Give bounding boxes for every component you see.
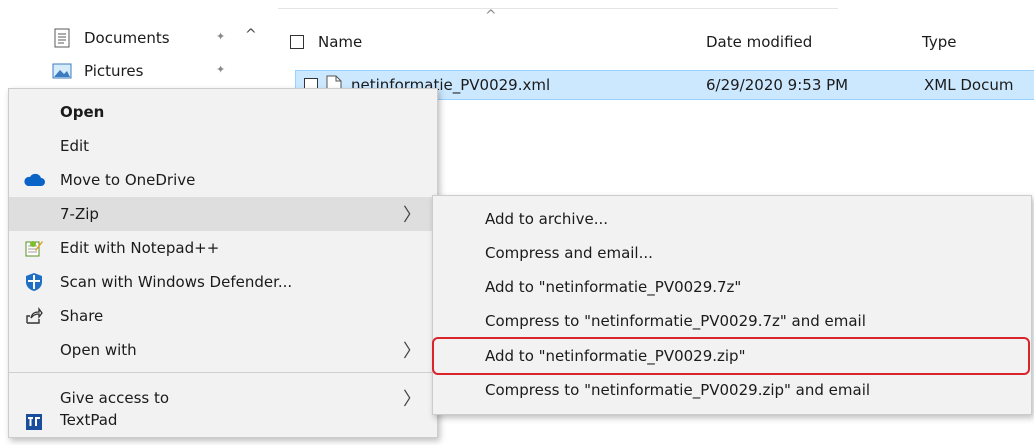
pin-icon: ✦ — [216, 63, 226, 76]
pictures-icon — [52, 63, 72, 79]
menu-item-label: TextPad — [60, 411, 118, 429]
annotation-highlight-box — [432, 337, 1030, 375]
submenu-arrow-icon: 〉 — [403, 205, 421, 226]
column-header-type[interactable]: Type — [922, 30, 956, 54]
menu-item-scan-with-defender[interactable]: Scan with Windows Defender... — [9, 265, 437, 299]
menu-item-move-to-onedrive[interactable]: Move to OneDrive — [9, 163, 437, 197]
submenu-arrow-icon: 〉 — [403, 341, 421, 362]
submenu-item-add-to-7z[interactable]: Add to "netinformatie_PV0029.7z" — [433, 270, 1031, 304]
scroll-up-button[interactable]: ^ — [245, 27, 257, 43]
menu-item-label: Scan with Windows Defender... — [60, 273, 293, 291]
documents-icon — [54, 28, 70, 48]
menu-item-give-access-to[interactable]: Give access to 〉 — [9, 381, 437, 415]
submenu-item-label: Add to archive... — [485, 210, 608, 228]
menu-item-open[interactable]: Open — [9, 95, 437, 129]
submenu-item-label: Compress to "netinformatie_PV0029.zip" a… — [485, 381, 871, 399]
file-date-modified: 6/29/2020 9:53 PM — [706, 76, 849, 94]
header-divider — [278, 8, 838, 9]
column-header-name[interactable]: Name — [318, 30, 362, 54]
share-icon — [23, 305, 45, 327]
menu-item-label: Give access to — [60, 389, 170, 407]
column-header-date-modified[interactable]: Date modified — [706, 30, 812, 54]
submenu-item-compress-to-zip-and-email[interactable]: Compress to "netinformatie_PV0029.zip" a… — [433, 373, 1031, 407]
nav-item-label: Pictures — [84, 62, 144, 80]
nav-item-label: Documents — [84, 29, 170, 47]
7zip-submenu: Add to archive... Compress and email... … — [432, 195, 1032, 415]
pin-icon: ✦ — [216, 30, 226, 43]
nav-item-pictures[interactable]: Pictures ✦ — [0, 58, 270, 84]
menu-item-label: Open — [60, 103, 105, 121]
submenu-item-compress-to-7z-and-email[interactable]: Compress to "netinformatie_PV0029.7z" an… — [433, 304, 1031, 338]
file-type: XML Docum — [924, 76, 1014, 94]
menu-item-label: 7-Zip — [60, 205, 99, 223]
menu-item-edit-with-notepadpp[interactable]: Edit with Notepad++ — [9, 231, 437, 265]
context-menu: Open Edit Move to OneDrive 7-Zip 〉 Edit … — [8, 88, 438, 438]
textpad-icon — [23, 411, 45, 433]
defender-icon — [23, 271, 45, 293]
submenu-item-label: Compress and email... — [485, 244, 653, 262]
menu-item-edit[interactable]: Edit — [9, 129, 437, 163]
menu-item-label: Move to OneDrive — [60, 171, 196, 189]
submenu-arrow-icon: 〉 — [403, 389, 421, 410]
menu-item-label: Share — [60, 307, 104, 325]
submenu-item-label: Compress to "netinformatie_PV0029.7z" an… — [485, 312, 866, 330]
menu-item-open-with[interactable]: Open with 〉 — [9, 333, 437, 367]
select-all-checkbox[interactable] — [290, 35, 304, 49]
nav-item-documents[interactable]: Documents ✦ — [0, 23, 270, 53]
menu-item-textpad[interactable]: TextPad — [9, 411, 437, 445]
submenu-item-label: Add to "netinformatie_PV0029.7z" — [485, 278, 742, 296]
menu-item-share[interactable]: Share — [9, 299, 437, 333]
notepadpp-icon — [23, 237, 45, 259]
submenu-item-compress-and-email[interactable]: Compress and email... — [433, 236, 1031, 270]
submenu-item-add-to-archive[interactable]: Add to archive... — [433, 202, 1031, 236]
menu-item-7zip[interactable]: 7-Zip 〉 — [9, 197, 437, 231]
menu-separator — [9, 372, 437, 373]
menu-item-label: Open with — [60, 341, 137, 359]
menu-item-label: Edit — [60, 137, 90, 155]
menu-item-label: Edit with Notepad++ — [60, 239, 220, 257]
onedrive-icon — [23, 169, 45, 191]
sort-indicator-icon: ^ — [485, 8, 497, 24]
